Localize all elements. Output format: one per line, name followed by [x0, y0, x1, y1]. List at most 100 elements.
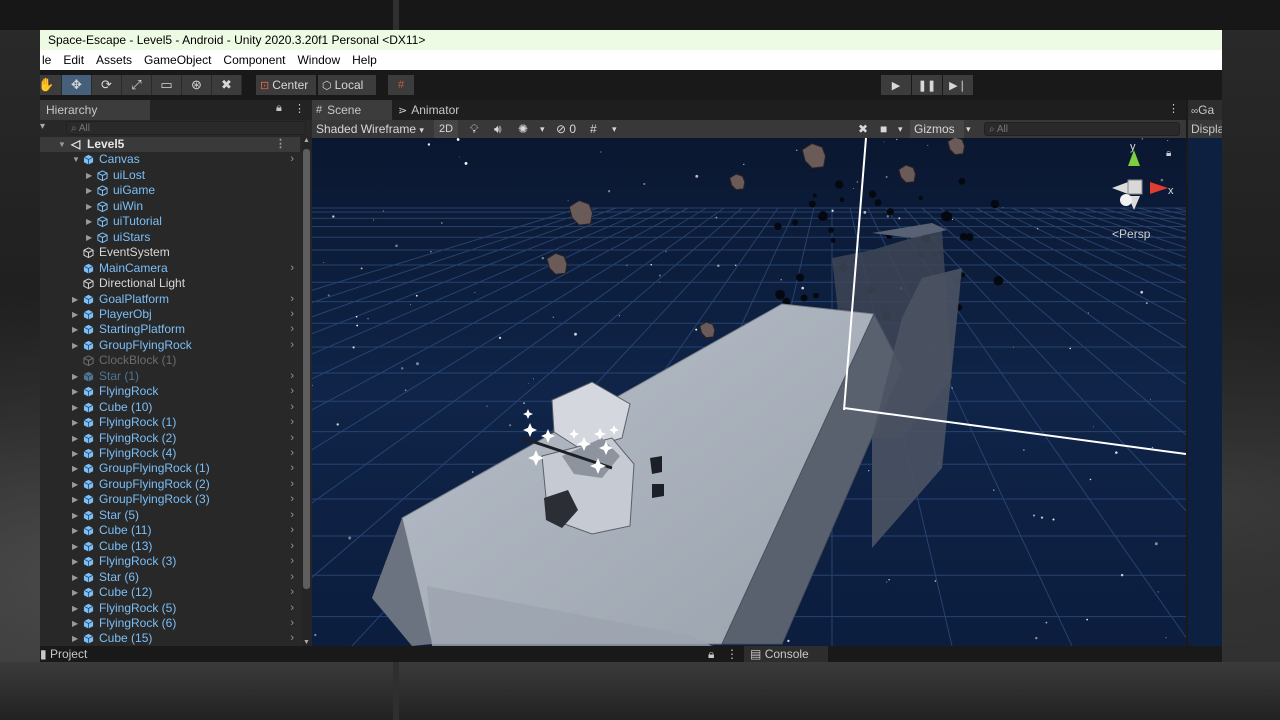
scene-menu-icon[interactable]: ⋮: [275, 137, 286, 152]
rect-tool-button[interactable]: ▭: [152, 75, 182, 95]
open-prefab-chevron-icon[interactable]: ›: [290, 601, 294, 616]
hierarchy-scrollbar[interactable]: ▲ ▼: [302, 137, 312, 646]
hierarchy-item[interactable]: ▶ Cube (11) ›: [40, 523, 300, 538]
hierarchy-item[interactable]: ▼ Canvas ›: [40, 152, 300, 167]
hierarchy-item[interactable]: Directional Light: [40, 276, 300, 291]
camera-icon[interactable]: ■: [880, 120, 887, 138]
scene-search-input[interactable]: ⌕ All: [984, 122, 1180, 136]
hierarchy-item[interactable]: ▶ FlyingRock (2) ›: [40, 431, 300, 446]
expand-arrow-icon[interactable]: ▶: [72, 461, 78, 476]
menu-assets[interactable]: Assets: [90, 53, 138, 67]
expand-arrow-icon[interactable]: ▶: [72, 554, 78, 569]
expand-arrow-icon[interactable]: ▶: [86, 214, 92, 229]
open-prefab-chevron-icon[interactable]: ›: [290, 477, 294, 492]
scene-menu-icon[interactable]: ⋮: [1168, 102, 1179, 115]
expand-arrow-icon[interactable]: ▶: [86, 183, 92, 198]
move-tool-button[interactable]: ✥: [62, 75, 92, 95]
menu-gameobject[interactable]: GameObject: [138, 53, 217, 67]
open-prefab-chevron-icon[interactable]: ›: [290, 384, 294, 399]
hierarchy-item[interactable]: ▶ PlayerObj ›: [40, 307, 300, 322]
expand-arrow-icon[interactable]: ▶: [72, 446, 78, 461]
scale-tool-button[interactable]: ⤢: [122, 75, 152, 95]
expand-arrow-icon[interactable]: ▶: [72, 508, 78, 523]
open-prefab-chevron-icon[interactable]: ›: [290, 539, 294, 554]
menu-edit[interactable]: Edit: [57, 53, 90, 67]
open-prefab-chevron-icon[interactable]: ›: [290, 431, 294, 446]
open-prefab-chevron-icon[interactable]: ›: [290, 492, 294, 507]
expand-arrow-icon[interactable]: ▶: [72, 415, 78, 430]
custom-tool-button[interactable]: ✖: [212, 75, 242, 95]
expand-arrow-icon[interactable]: ▶: [72, 601, 78, 616]
create-dropdown-icon[interactable]: ▾: [40, 121, 45, 132]
expand-arrow-icon[interactable]: ▶: [72, 400, 78, 415]
open-prefab-chevron-icon[interactable]: ›: [290, 152, 294, 167]
open-prefab-chevron-icon[interactable]: ›: [290, 523, 294, 538]
scrollbar-thumb[interactable]: [303, 149, 310, 589]
transform-tool-button[interactable]: ⊛: [182, 75, 212, 95]
expand-arrow-icon[interactable]: ▶: [72, 585, 78, 600]
grid-dropdown-icon[interactable]: ▾: [612, 120, 617, 138]
hierarchy-item[interactable]: ▶ Cube (13) ›: [40, 539, 300, 554]
expand-arrow-icon[interactable]: ▶: [72, 616, 78, 631]
pause-button[interactable]: ❚❚: [912, 75, 942, 95]
hierarchy-item[interactable]: ▶ FlyingRock (1) ›: [40, 415, 300, 430]
expand-arrow-icon[interactable]: ▶: [86, 168, 92, 183]
scroll-up-icon[interactable]: ▲: [303, 137, 310, 144]
expand-arrow-icon[interactable]: ▶: [72, 292, 78, 307]
tools-icon[interactable]: ✖: [858, 120, 868, 138]
hierarchy-item[interactable]: ▶ Star (5) ›: [40, 508, 300, 523]
console-tab[interactable]: ▤ Console: [744, 646, 828, 662]
open-prefab-chevron-icon[interactable]: ›: [290, 292, 294, 307]
scene-viewport[interactable]: y x 🔒︎ <Persp: [312, 138, 1186, 646]
hierarchy-item[interactable]: ClockBlock (1): [40, 353, 300, 368]
hierarchy-item[interactable]: ▶ FlyingRock (4) ›: [40, 446, 300, 461]
collapse-arrow-icon[interactable]: ▼: [72, 152, 80, 167]
expand-arrow-icon[interactable]: ▶: [72, 539, 78, 554]
expand-arrow-icon[interactable]: ▶: [72, 431, 78, 446]
expand-arrow-icon[interactable]: ▶: [72, 338, 78, 353]
animator-tab[interactable]: ⋗ Animator: [394, 100, 484, 120]
hierarchy-item[interactable]: ▶ GroupFlyingRock (2) ›: [40, 477, 300, 492]
hierarchy-item[interactable]: ▶ FlyingRock ›: [40, 384, 300, 399]
open-prefab-chevron-icon[interactable]: ›: [290, 322, 294, 337]
hierarchy-item[interactable]: ▶ uiWin: [40, 199, 300, 214]
open-prefab-chevron-icon[interactable]: ›: [290, 446, 294, 461]
projection-label[interactable]: <Persp: [1112, 227, 1151, 241]
open-prefab-chevron-icon[interactable]: ›: [290, 616, 294, 631]
expand-arrow-icon[interactable]: ▶: [72, 477, 78, 492]
expand-arrow-icon[interactable]: ▶: [72, 523, 78, 538]
lock-icon[interactable]: 🔒︎: [276, 102, 282, 115]
hierarchy-item[interactable]: ▶ FlyingRock (6) ›: [40, 616, 300, 631]
scene-row[interactable]: ▼ ◁ Level5 ⋮: [40, 137, 300, 153]
open-prefab-chevron-icon[interactable]: ›: [290, 415, 294, 430]
game-tab[interactable]: ∞Ga: [1188, 100, 1222, 120]
open-prefab-chevron-icon[interactable]: ›: [290, 400, 294, 415]
hierarchy-item[interactable]: EventSystem: [40, 245, 300, 260]
pivot-space-button[interactable]: ⬡ Local: [318, 75, 376, 95]
open-prefab-chevron-icon[interactable]: ›: [290, 570, 294, 585]
hierarchy-item[interactable]: ▶ Star (1) ›: [40, 369, 300, 384]
draw-mode-dropdown[interactable]: Shaded Wireframe ▾: [316, 120, 424, 138]
hierarchy-item[interactable]: ▶ GroupFlyingRock ›: [40, 338, 300, 353]
menu-file[interactable]: le: [40, 53, 57, 67]
open-prefab-chevron-icon[interactable]: ›: [290, 461, 294, 476]
hierarchy-item[interactable]: ▶ StartingPlatform ›: [40, 322, 300, 337]
hierarchy-item[interactable]: ▶ GroupFlyingRock (1) ›: [40, 461, 300, 476]
expand-arrow-icon[interactable]: ▶: [72, 307, 78, 322]
hierarchy-item[interactable]: ▶ Cube (15) ›: [40, 631, 300, 646]
menu-component[interactable]: Component: [217, 53, 291, 67]
hierarchy-item[interactable]: ▶ Star (6) ›: [40, 570, 300, 585]
scroll-down-icon[interactable]: ▼: [303, 639, 310, 646]
expand-arrow-icon[interactable]: ▼: [58, 137, 66, 152]
audio-toggle-icon[interactable]: 🔊︎: [494, 120, 502, 138]
hierarchy-item[interactable]: ▶ GroupFlyingRock (3) ›: [40, 492, 300, 507]
open-prefab-chevron-icon[interactable]: ›: [290, 508, 294, 523]
play-button[interactable]: ▶: [881, 75, 911, 95]
mode-2d-toggle[interactable]: 2D: [434, 120, 458, 138]
effects-dropdown-icon[interactable]: ▾: [540, 120, 545, 138]
expand-arrow-icon[interactable]: ▶: [72, 384, 78, 399]
open-prefab-chevron-icon[interactable]: ›: [290, 585, 294, 600]
effects-toggle-icon[interactable]: ✺: [518, 120, 528, 138]
hierarchy-item[interactable]: ▶ FlyingRock (5) ›: [40, 601, 300, 616]
kebab-menu-icon[interactable]: ⋮: [726, 646, 738, 662]
